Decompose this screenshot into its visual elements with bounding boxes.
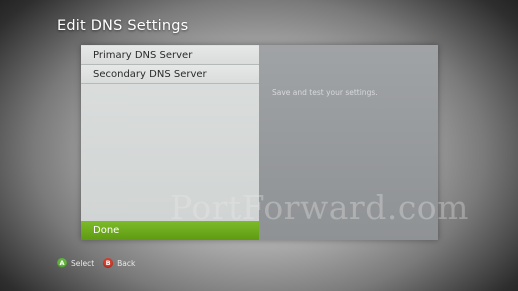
select-hint[interactable]: A Select <box>57 258 94 268</box>
info-description: Save and test your settings. <box>272 88 378 97</box>
back-hint[interactable]: B Back <box>103 258 135 268</box>
select-hint-label: Select <box>71 258 95 268</box>
button-hints: A Select B Back <box>57 258 144 268</box>
back-hint-label: Back <box>117 258 136 268</box>
secondary-dns-server-item[interactable]: Secondary DNS Server <box>81 65 259 84</box>
watermark: PortForward.com <box>170 188 469 227</box>
primary-dns-server-item[interactable]: Primary DNS Server <box>81 46 259 65</box>
a-button-icon: A <box>57 258 67 268</box>
b-button-icon: B <box>103 258 114 268</box>
page-title: Edit DNS Settings <box>57 18 189 34</box>
